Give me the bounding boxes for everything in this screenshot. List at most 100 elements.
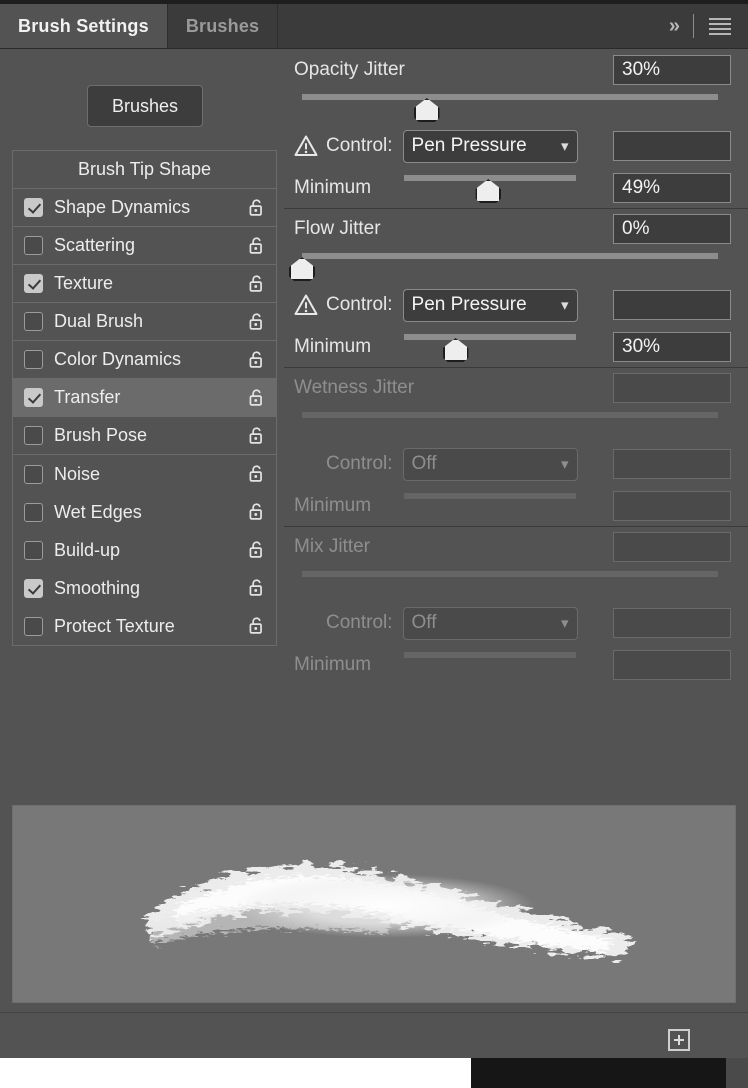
panel-menu-icon[interactable] <box>706 17 734 35</box>
unlock-icon[interactable] <box>247 539 266 561</box>
unlock-icon[interactable] <box>247 235 266 257</box>
lock-toggle[interactable] <box>247 349 266 371</box>
lock-toggle[interactable] <box>247 501 266 523</box>
brush-option-checkbox[interactable] <box>24 540 43 560</box>
wetness-jitter-slider[interactable] <box>284 408 748 442</box>
brush-option-checkbox[interactable] <box>24 312 43 331</box>
brush-option-checkbox[interactable] <box>24 350 43 369</box>
double-chevron-right-icon[interactable]: » <box>665 16 681 36</box>
brush-option-row[interactable]: Texture <box>13 265 276 303</box>
brush-option-row[interactable]: Dual Brush <box>13 303 276 341</box>
slider-thumb[interactable] <box>413 98 440 122</box>
brush-option-row[interactable]: Wet Edges <box>13 493 276 531</box>
unlock-icon[interactable] <box>247 425 266 447</box>
brush-option-row[interactable]: Build-up <box>13 531 276 569</box>
flow-jitter-value[interactable]: 0% <box>613 214 731 244</box>
unlock-icon[interactable] <box>247 387 266 409</box>
lock-toggle[interactable] <box>247 425 266 447</box>
slider-track[interactable] <box>302 571 718 577</box>
brush-option-checkbox[interactable] <box>24 198 43 217</box>
brush-option-label: Texture <box>54 273 114 293</box>
brush-option-row[interactable]: Brush Pose <box>13 417 276 455</box>
desktop-dark-area <box>471 1058 726 1088</box>
slider-thumb[interactable] <box>442 338 469 362</box>
lock-toggle[interactable] <box>247 387 266 409</box>
unlock-icon[interactable] <box>247 615 266 637</box>
wetness-control-select[interactable]: Off ▾ <box>402 447 578 481</box>
unlock-icon[interactable] <box>247 197 266 219</box>
slider-track[interactable] <box>302 253 718 259</box>
new-brush-button[interactable] <box>668 1028 690 1051</box>
opacity-minimum-slider[interactable] <box>404 171 605 205</box>
brush-option-checkbox[interactable] <box>24 502 43 522</box>
brush-option-row[interactable]: Transfer <box>13 379 276 417</box>
unlock-icon[interactable] <box>247 463 266 485</box>
toolbar-divider <box>693 14 694 38</box>
brush-option-checkbox[interactable] <box>24 274 43 293</box>
brush-option-row[interactable]: Shape Dynamics <box>13 189 276 227</box>
brush-option-row[interactable]: Smoothing <box>13 569 276 607</box>
brush-option-checkbox[interactable] <box>24 616 43 636</box>
unlock-icon[interactable] <box>247 577 266 599</box>
wetness-control-value-box[interactable] <box>613 449 731 479</box>
brush-option-label: Smoothing <box>54 577 141 598</box>
lock-toggle[interactable] <box>247 463 266 485</box>
unlock-icon[interactable] <box>247 311 266 333</box>
brush-option-label: Transfer <box>54 387 121 407</box>
lock-toggle[interactable] <box>247 235 266 257</box>
lock-toggle[interactable] <box>247 273 266 295</box>
wetness-jitter-value[interactable] <box>613 373 731 403</box>
brush-option-checkbox[interactable] <box>24 426 43 445</box>
tab-brush-settings[interactable]: Brush Settings <box>0 4 168 48</box>
opacity-control-select[interactable]: Pen Pressure ▾ <box>402 129 578 163</box>
brush-option-checkbox[interactable] <box>24 388 43 407</box>
slider-track[interactable] <box>302 94 718 100</box>
slider-thumb[interactable] <box>475 179 502 203</box>
brush-option-checkbox[interactable] <box>24 464 43 484</box>
tab-brushes[interactable]: Brushes <box>167 4 279 48</box>
brush-option-row[interactable]: Protect Texture <box>13 607 276 645</box>
slider-thumb[interactable] <box>289 257 315 281</box>
lock-toggle[interactable] <box>247 197 266 219</box>
slider-track[interactable] <box>302 412 718 418</box>
lock-toggle[interactable] <box>247 577 266 599</box>
brush-option-row[interactable]: Color Dynamics <box>13 341 276 379</box>
slider-track[interactable] <box>404 652 576 658</box>
brush-option-row[interactable]: Scattering <box>13 227 276 265</box>
brush-option-label: Shape Dynamics <box>54 197 191 217</box>
lock-toggle[interactable] <box>247 311 266 333</box>
slider-track[interactable] <box>404 334 576 340</box>
brushes-button[interactable]: Brushes <box>87 85 203 127</box>
flow-control-value-box[interactable] <box>613 290 731 320</box>
mix-minimum-slider[interactable] <box>404 648 605 682</box>
mix-jitter-slider[interactable] <box>284 567 748 601</box>
flow-minimum-value[interactable]: 30% <box>613 332 731 362</box>
flow-control-select[interactable]: Pen Pressure ▾ <box>402 288 578 322</box>
slider-track[interactable] <box>404 175 576 181</box>
brush-option-checkbox[interactable] <box>24 578 43 598</box>
wetness-minimum-value[interactable] <box>613 491 731 521</box>
opacity-minimum-value[interactable]: 49% <box>613 173 731 203</box>
wetness-minimum-slider[interactable] <box>404 489 605 523</box>
opacity-jitter-slider[interactable] <box>284 90 748 124</box>
unlock-icon[interactable] <box>247 501 266 523</box>
opacity-jitter-value[interactable]: 30% <box>613 55 731 85</box>
slider-track[interactable] <box>404 493 576 499</box>
lock-toggle[interactable] <box>247 615 266 637</box>
brush-tip-shape-header[interactable]: Brush Tip Shape <box>13 151 276 189</box>
mix-control-select[interactable]: Off ▾ <box>402 606 578 640</box>
mix-minimum-value[interactable] <box>613 650 731 680</box>
flow-jitter-slider[interactable] <box>284 249 748 283</box>
lock-toggle[interactable] <box>247 539 266 561</box>
brush-option-checkbox[interactable] <box>24 236 43 255</box>
opacity-control-value-box[interactable] <box>613 131 731 161</box>
mix-control-value-box[interactable] <box>613 608 731 638</box>
brush-stroke-preview <box>12 805 736 1003</box>
unlock-icon[interactable] <box>247 349 266 371</box>
flow-minimum-slider[interactable] <box>404 330 605 364</box>
mix-jitter-value[interactable] <box>613 532 731 562</box>
flow-minimum-row: Minimum 30% <box>284 327 748 367</box>
brush-option-row[interactable]: Noise <box>13 455 276 493</box>
unlock-icon[interactable] <box>247 273 266 295</box>
mix-control-label: Control: <box>326 612 393 633</box>
